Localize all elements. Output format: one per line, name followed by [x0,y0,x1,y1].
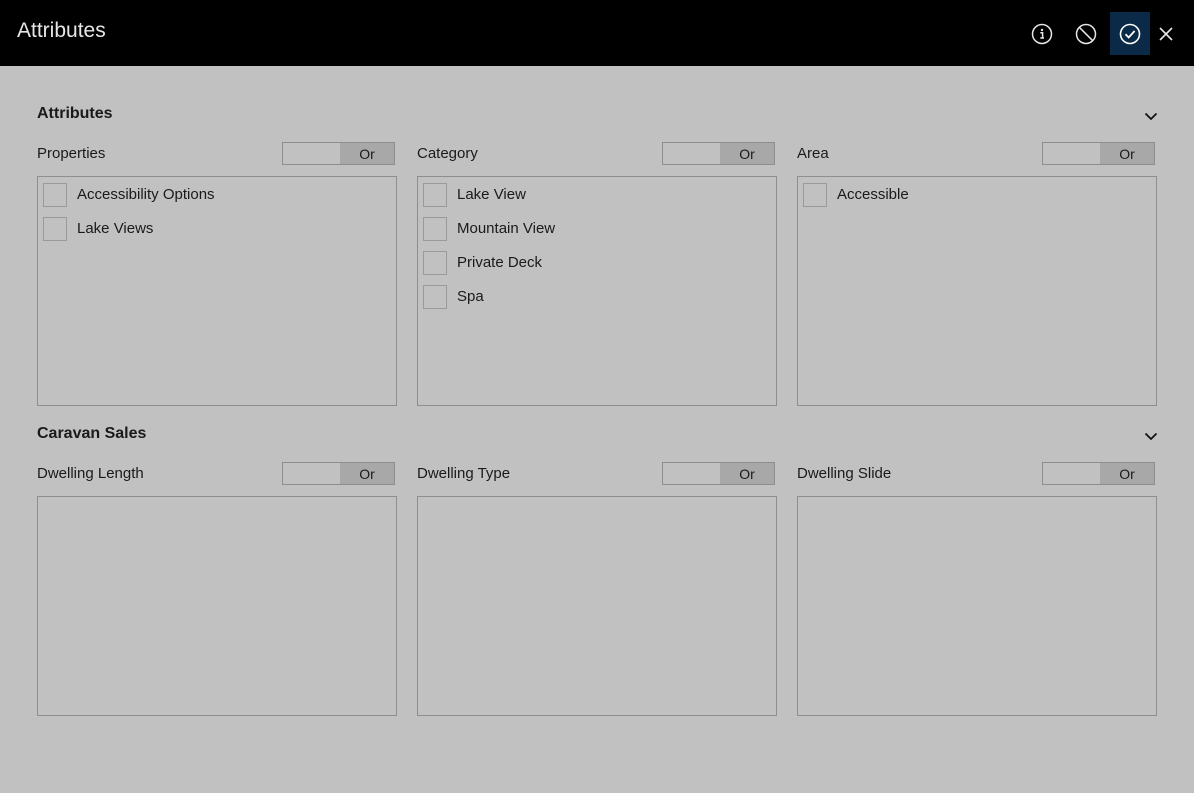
list-item[interactable]: Mountain View [423,216,555,242]
window-title: Attributes [17,19,106,42]
section-title-caravan-sales: Caravan Sales [37,425,147,442]
toggle-and-segment[interactable] [1043,463,1100,484]
toggle-and-segment[interactable] [283,463,340,484]
toggle-and-segment[interactable] [663,143,720,164]
dwelling-length-and-or-toggle[interactable]: Or [282,462,395,485]
panel-label-dwelling-type: Dwelling Type [417,465,511,482]
header-bar: Attributes [0,0,1194,66]
confirm-button[interactable] [1110,12,1150,55]
panel-label-dwelling-length: Dwelling Length [37,465,144,482]
panel-label-dwelling-slide: Dwelling Slide [797,465,892,482]
area-list: Accessible [797,176,1157,406]
dwelling-length-list [37,496,397,716]
list-item-label: Mountain View [457,220,556,237]
checkbox[interactable] [423,251,447,275]
chevron-down-icon [1144,432,1158,441]
checkbox[interactable] [423,285,447,309]
toggle-or-segment[interactable]: Or [340,463,394,484]
checkbox[interactable] [43,183,67,207]
checkbox[interactable] [423,183,447,207]
category-and-or-toggle[interactable]: Or [662,142,775,165]
list-item-label: Lake Views [77,220,154,237]
checkbox[interactable] [423,217,447,241]
collapse-attributes-button[interactable] [1143,108,1159,124]
category-list: Lake View Mountain View Private Deck Spa [417,176,777,406]
area-and-or-toggle[interactable]: Or [1042,142,1155,165]
list-item-label: Accessible [837,186,909,203]
list-item[interactable]: Lake Views [43,216,153,242]
chevron-down-icon [1144,112,1158,121]
section-title-attributes: Attributes [37,105,113,122]
list-item-label: Private Deck [457,254,543,271]
toggle-or-segment[interactable]: Or [720,463,774,484]
checkbox[interactable] [803,183,827,207]
close-icon [1159,26,1173,41]
toggle-or-segment[interactable]: Or [340,143,394,164]
close-button[interactable] [1147,12,1185,55]
list-item[interactable]: Lake View [423,182,526,208]
toggle-and-segment[interactable] [1043,143,1100,164]
panel-label-category: Category [417,145,478,162]
info-icon [1031,23,1053,44]
dwelling-slide-and-or-toggle[interactable]: Or [1042,462,1155,485]
properties-list: Accessibility Options Lake Views [37,176,397,406]
checkbox[interactable] [43,217,67,241]
toggle-or-segment[interactable]: Or [1100,143,1154,164]
list-item[interactable]: Accessibility Options [43,182,215,208]
toggle-and-segment[interactable] [283,143,340,164]
list-item[interactable]: Private Deck [423,250,542,276]
list-item-label: Accessibility Options [77,186,215,203]
cancel-button[interactable] [1066,12,1106,55]
dwelling-type-and-or-toggle[interactable]: Or [662,462,775,485]
confirm-icon [1119,23,1141,44]
cancel-icon [1075,23,1097,44]
list-item[interactable]: Accessible [803,182,909,208]
dwelling-type-list [417,496,777,716]
dwelling-slide-list [797,496,1157,716]
toggle-or-segment[interactable]: Or [1100,463,1154,484]
panel-label-area: Area [797,145,829,162]
properties-and-or-toggle[interactable]: Or [282,142,395,165]
list-item-label: Lake View [457,186,526,203]
toggle-or-segment[interactable]: Or [720,143,774,164]
collapse-caravan-sales-button[interactable] [1143,428,1159,444]
info-button[interactable] [1022,12,1062,55]
list-item-label: Spa [457,288,484,305]
list-item[interactable]: Spa [423,284,484,310]
toggle-and-segment[interactable] [663,463,720,484]
panel-label-properties: Properties [37,145,106,162]
